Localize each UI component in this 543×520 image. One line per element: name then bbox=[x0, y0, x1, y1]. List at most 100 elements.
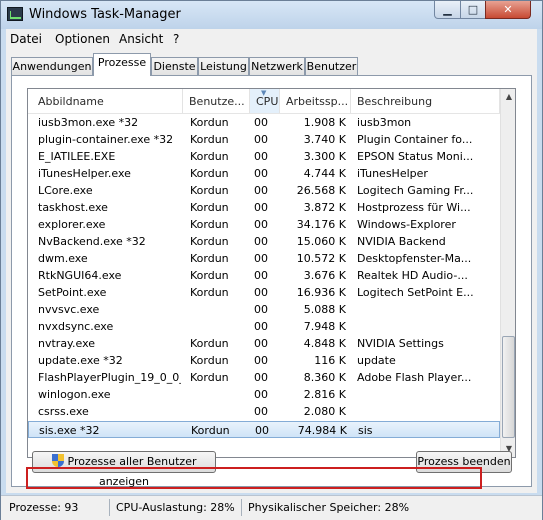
tab-netzwerk[interactable]: Netzwerk bbox=[249, 57, 305, 75]
column-user[interactable]: Benutze... bbox=[183, 89, 250, 113]
minimize-button[interactable]: ▁ bbox=[434, 1, 461, 19]
process-row[interactable]: nvtray.exe Kordun 00 4.848 K NVIDIA Settings bbox=[28, 335, 500, 352]
process-row[interactable]: plugin-container.exe *32 Kordun 00 3.740 K P… bbox=[28, 131, 500, 148]
menu-optionen[interactable]: Optionen bbox=[55, 32, 110, 46]
process-row[interactable]: RtkNGUI64.exe Kordun 00 3.676 K Realtek HD A… bbox=[28, 267, 500, 284]
maximize-button[interactable]: □ bbox=[460, 1, 486, 19]
cpu-cell: 00 bbox=[254, 388, 268, 401]
tab-dienste[interactable]: Dienste bbox=[151, 57, 198, 75]
column-working-set[interactable]: Arbeitssp... bbox=[280, 89, 351, 113]
description-cell: Desktopfenster-Ma... bbox=[357, 252, 472, 265]
vertical-scrollbar[interactable]: ▲ ▼ bbox=[500, 89, 515, 457]
cpu-cell: 00 bbox=[254, 116, 268, 129]
process-row[interactable]: csrss.exe 00 2.080 K bbox=[28, 403, 500, 420]
description-cell: iusb3mon bbox=[357, 116, 412, 129]
process-row[interactable]: taskhost.exe Kordun 00 3.872 K Hostprozess f… bbox=[28, 199, 500, 216]
working-set-cell: 2.080 K bbox=[303, 405, 346, 418]
user-cell: Kordun bbox=[190, 116, 229, 129]
description-cell: NVIDIA Settings bbox=[357, 337, 444, 350]
image-name-cell: iusb3mon.exe *32 bbox=[38, 116, 139, 129]
column-image-name[interactable]: Abbildname bbox=[28, 89, 183, 113]
image-name-cell: taskhost.exe bbox=[38, 201, 108, 214]
image-name-cell: winlogon.exe bbox=[38, 388, 111, 401]
process-row[interactable]: FlashPlayerPlugin_19_0_0_... Kordun 00 8.36… bbox=[28, 369, 500, 386]
image-name-cell: NvBackend.exe *32 bbox=[38, 235, 146, 248]
working-set-cell: 116 K bbox=[314, 354, 346, 367]
image-name-cell: iTunesHelper.exe bbox=[38, 167, 131, 180]
user-cell: Kordun bbox=[190, 150, 229, 163]
task-manager-window: Windows Task-Manager ▁ □ ✕ Datei Optione… bbox=[0, 0, 543, 520]
process-row[interactable]: explorer.exe Kordun 00 34.176 K Windows-Expl… bbox=[28, 216, 500, 233]
image-name-cell: E_IATILEE.EXE bbox=[38, 150, 116, 163]
working-set-cell: 3.676 K bbox=[303, 269, 346, 282]
process-row[interactable]: E_IATILEE.EXE Kordun 00 3.300 K EPSON Status… bbox=[28, 148, 500, 165]
tab-benutzer[interactable]: Benutzer bbox=[305, 57, 358, 75]
image-name-cell: plugin-container.exe *32 bbox=[38, 133, 174, 146]
working-set-cell: 5.088 K bbox=[303, 303, 346, 316]
process-row[interactable]: dwm.exe Kordun 00 10.572 K Desktopfenster-Ma… bbox=[28, 250, 500, 267]
status-bar: Prozesse: 93 CPU-Auslastung: 28% Physika… bbox=[1, 495, 542, 520]
process-list[interactable]: Abbildname Benutze... ▼ CPU Arbeitssp...… bbox=[27, 88, 516, 458]
tab-anwendungen[interactable]: Anwendungen bbox=[11, 57, 93, 75]
cpu-cell: 00 bbox=[254, 303, 268, 316]
cpu-cell: 00 bbox=[254, 218, 268, 231]
process-row[interactable]: update.exe *32 Kordun 00 116 K update bbox=[28, 352, 500, 369]
user-cell: Kordun bbox=[190, 286, 229, 299]
menu-help[interactable]: ? bbox=[173, 32, 179, 46]
menu-ansicht[interactable]: Ansicht bbox=[119, 32, 163, 46]
column-cpu[interactable]: ▼ CPU bbox=[250, 89, 280, 113]
image-name-cell: dwm.exe bbox=[38, 252, 88, 265]
process-row[interactable]: iTunesHelper.exe Kordun 00 4.744 K iTunesHel… bbox=[28, 165, 500, 182]
description-cell: Plugin Container fo... bbox=[357, 133, 473, 146]
client-area: Anwendungen Prozesse Dienste Leistung Ne… bbox=[6, 49, 537, 493]
working-set-cell: 3.300 K bbox=[303, 150, 346, 163]
description-cell: EPSON Status Moni... bbox=[357, 150, 474, 163]
tab-prozesse[interactable]: Prozesse bbox=[93, 53, 151, 76]
cpu-cell: 00 bbox=[255, 424, 269, 437]
scrollbar-thumb[interactable] bbox=[502, 336, 515, 438]
description-cell bbox=[357, 301, 497, 318]
image-name-cell: nvtray.exe bbox=[38, 337, 96, 350]
process-row[interactable]: winlogon.exe 00 2.816 K bbox=[28, 386, 500, 403]
process-row[interactable]: NvBackend.exe *32 Kordun 00 15.060 K NVIDIA … bbox=[28, 233, 500, 250]
cpu-cell: 00 bbox=[254, 320, 268, 333]
image-name-cell: nvvsvc.exe bbox=[38, 303, 100, 316]
close-button[interactable]: ✕ bbox=[485, 1, 531, 19]
cpu-cell: 00 bbox=[254, 337, 268, 350]
cpu-cell: 00 bbox=[254, 133, 268, 146]
description-cell: Adobe Flash Player... bbox=[357, 371, 472, 384]
user-cell: Kordun bbox=[190, 337, 229, 350]
user-cell bbox=[190, 318, 250, 335]
description-cell: Logitech Gaming Fr... bbox=[357, 184, 474, 197]
description-cell bbox=[357, 403, 497, 420]
menu-datei[interactable]: Datei bbox=[10, 32, 42, 46]
user-cell: Kordun bbox=[190, 269, 229, 282]
process-row[interactable]: iusb3mon.exe *32 Kordun 00 1.908 K iusb3mon bbox=[28, 114, 500, 131]
process-row[interactable]: nvvsvc.exe 00 5.088 K bbox=[28, 301, 500, 318]
user-cell: Kordun bbox=[190, 133, 229, 146]
scroll-up-icon[interactable]: ▲ bbox=[501, 89, 515, 105]
end-process-button[interactable]: Prozess beenden bbox=[416, 451, 512, 473]
show-all-processes-button[interactable]: Prozesse aller Benutzer anzeigen bbox=[32, 451, 216, 488]
process-row[interactable]: SetPoint.exe Kordun 00 16.936 K Logitech Set… bbox=[28, 284, 500, 301]
description-cell: Realtek HD Audio-... bbox=[357, 269, 468, 282]
status-processes: Prozesse: 93 bbox=[9, 501, 79, 514]
minimize-icon: ▁ bbox=[443, 3, 452, 16]
user-cell bbox=[190, 403, 250, 420]
menu-bar: Datei Optionen Ansicht ? bbox=[6, 29, 537, 49]
image-name-cell: SetPoint.exe bbox=[38, 286, 107, 299]
title-bar[interactable]: Windows Task-Manager ▁ □ ✕ bbox=[1, 1, 542, 29]
column-description[interactable]: Beschreibung bbox=[351, 89, 500, 113]
tab-leistung[interactable]: Leistung bbox=[198, 57, 249, 75]
working-set-cell: 7.948 K bbox=[303, 320, 346, 333]
user-cell: Kordun bbox=[190, 201, 229, 214]
process-row[interactable]: LCore.exe Kordun 00 26.568 K Logitech Gaming… bbox=[28, 182, 500, 199]
process-row[interactable]: nvxdsync.exe 00 7.948 K bbox=[28, 318, 500, 335]
cpu-cell: 00 bbox=[254, 354, 268, 367]
cpu-cell: 00 bbox=[254, 371, 268, 384]
selected-process-row[interactable]: sis.exe *32 Kordun 00 74.984 K sis bbox=[28, 421, 500, 438]
user-cell: Kordun bbox=[190, 354, 229, 367]
cpu-cell: 00 bbox=[254, 201, 268, 214]
working-set-cell: 3.740 K bbox=[303, 133, 346, 146]
cpu-cell: 00 bbox=[254, 405, 268, 418]
